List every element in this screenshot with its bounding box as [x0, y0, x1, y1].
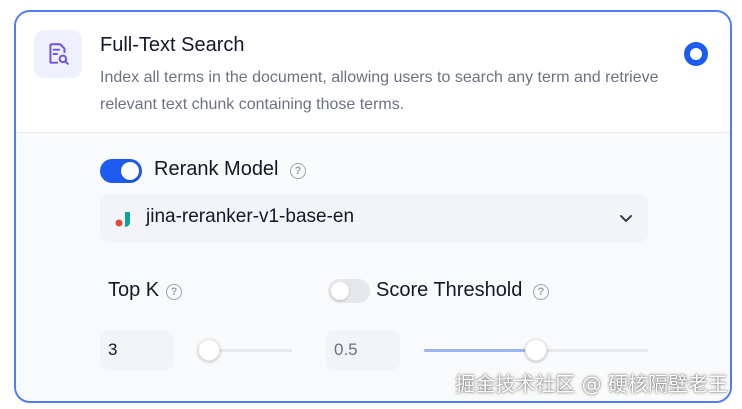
rerank-toggle[interactable] [100, 159, 142, 183]
option-header[interactable]: Full-Text Search Index all terms in the … [16, 12, 730, 133]
score-threshold-toggle[interactable] [328, 279, 370, 303]
toggle-knob [331, 282, 349, 300]
toggle-knob [121, 162, 139, 180]
option-radio-selected[interactable] [684, 42, 708, 66]
help-circle-icon[interactable]: ? [533, 284, 549, 300]
retrieval-option-card[interactable]: Full-Text Search Index all terms in the … [14, 10, 732, 403]
score-threshold-slider-fill [424, 349, 536, 352]
option-title: Full-Text Search [100, 34, 245, 56]
rerank-model-select[interactable]: jina-reranker-v1-base-en [100, 194, 648, 242]
jina-logo-icon [114, 208, 136, 235]
top-k-slider[interactable] [198, 339, 292, 361]
score-threshold-slider-thumb[interactable] [525, 339, 547, 361]
help-circle-icon[interactable]: ? [290, 163, 306, 179]
help-circle-icon[interactable]: ? [166, 284, 182, 300]
rerank-label: Rerank Model [154, 158, 279, 180]
option-settings-panel: Rerank Model ? jina-reranker-v1-base-en … [16, 133, 730, 401]
watermark-text: 掘金技术社区 @ 硬核隔壁老王 [455, 372, 728, 396]
chevron-down-icon [618, 210, 634, 231]
file-search-icon [34, 30, 82, 78]
option-description: Index all terms in the document, allowin… [100, 69, 659, 113]
top-k-label: Top K [108, 279, 160, 301]
score-threshold-label: Score Threshold [376, 279, 523, 301]
top-k-input[interactable]: 3 [100, 330, 174, 370]
top-k-slider-thumb[interactable] [198, 339, 220, 361]
score-threshold-input[interactable]: 0.5 [326, 330, 400, 370]
rerank-model-name: jina-reranker-v1-base-en [146, 206, 355, 227]
score-threshold-slider[interactable] [424, 339, 648, 361]
